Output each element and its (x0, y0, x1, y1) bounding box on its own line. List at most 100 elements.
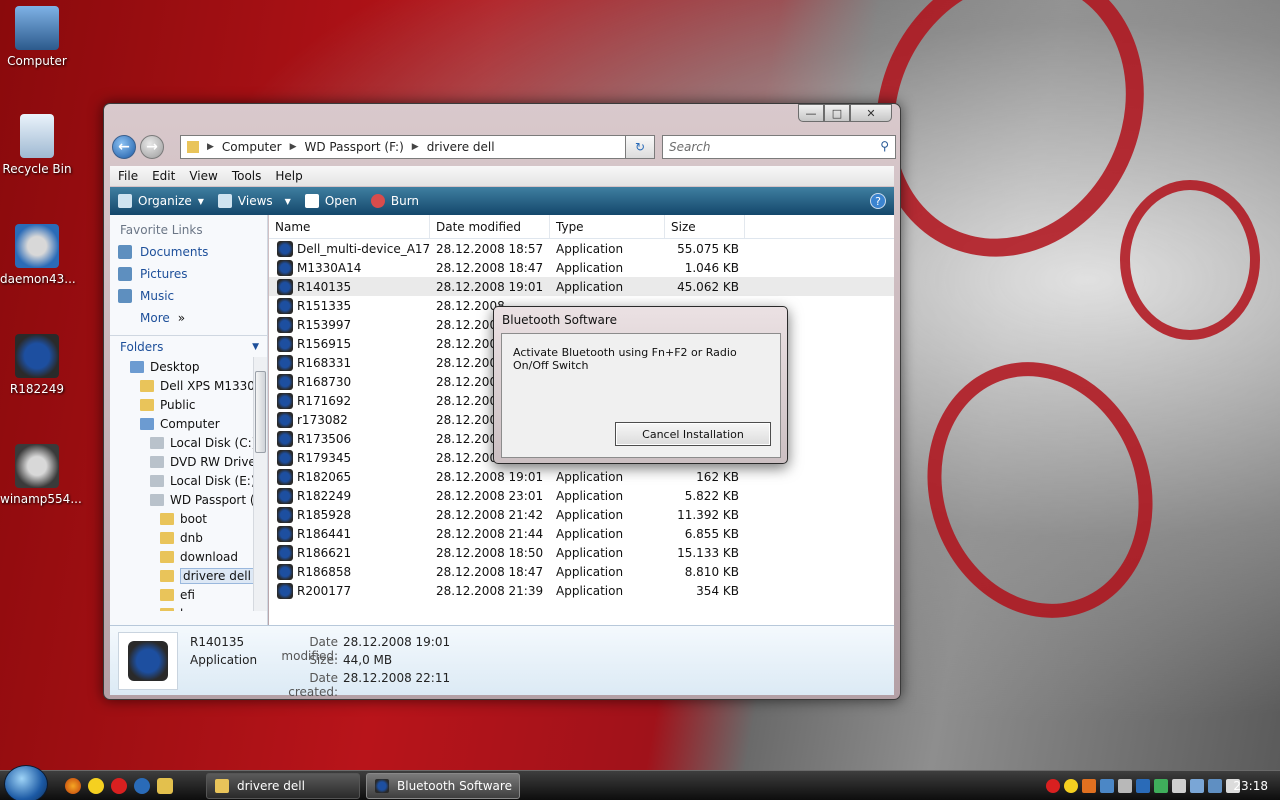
clock[interactable]: 23:18 (1233, 779, 1268, 793)
table-row[interactable]: R200177 28.12.2008 21:39 Application 354 KB (269, 581, 894, 600)
tray-safely-remove-icon[interactable] (1190, 779, 1204, 793)
tree-item[interactable]: efi (110, 585, 267, 604)
tree-item[interactable]: boot (110, 509, 267, 528)
breadcrumb-computer[interactable]: Computer (222, 140, 282, 154)
navigation-pane: Favorite Links Documents Pictures Music … (110, 215, 268, 625)
installer-icon (277, 335, 293, 352)
tree-item[interactable]: drivere dell (110, 566, 267, 585)
help-icon[interactable]: ? (870, 193, 886, 209)
views-button[interactable]: Views ▼ (217, 194, 291, 208)
maximize-button[interactable]: □ (824, 104, 850, 122)
chevron-right-icon[interactable]: ▶ (207, 142, 214, 152)
tray-app-icon[interactable] (1172, 779, 1186, 793)
start-button[interactable] (4, 765, 48, 800)
table-row[interactable]: R186858 28.12.2008 18:47 Application 8.810 … (269, 562, 894, 581)
file-name: R182065 (297, 469, 352, 484)
tray-app-icon[interactable] (1154, 779, 1168, 793)
desktop-icon-computer[interactable]: Computer (0, 6, 74, 68)
installer-icon (277, 297, 293, 314)
taskbar-item-explorer[interactable]: drivere dell (206, 773, 360, 799)
menu-help[interactable]: Help (275, 169, 302, 183)
table-row[interactable]: R186441 28.12.2008 21:44 Application 6.855 … (269, 524, 894, 543)
menu-file[interactable]: File (118, 169, 138, 183)
tree-item[interactable]: Desktop (110, 357, 267, 376)
file-name-cell: M1330A14 (269, 259, 430, 276)
column-name[interactable]: Name (269, 215, 430, 238)
dialog-body: Activate Bluetooth using Fn+F2 or Radio … (501, 333, 781, 458)
tray-app-icon[interactable] (1136, 779, 1150, 793)
tree-item[interactable]: Local Disk (C:) (110, 433, 267, 452)
search-input[interactable]: Search ⚲ (662, 135, 896, 159)
back-button[interactable]: ← (112, 135, 136, 159)
table-row[interactable]: M1330A14 28.12.2008 18:47 Application 1.046… (269, 258, 894, 277)
favorites-more-link[interactable]: More » (110, 307, 267, 329)
column-type[interactable]: Type (550, 215, 665, 238)
tree-item[interactable]: DVD RW Drive (110, 452, 267, 471)
address-bar[interactable]: ▶ Computer ▶ WD Passport (F:) ▶ drivere … (180, 135, 655, 159)
scrollbar-thumb[interactable] (255, 371, 266, 453)
tree-item-label: efi (180, 587, 195, 602)
table-row[interactable]: R182249 28.12.2008 23:01 Application 5.822 … (269, 486, 894, 505)
chevron-right-icon[interactable]: ▶ (412, 142, 419, 152)
tray-app-icon[interactable] (1118, 779, 1132, 793)
folders-header[interactable]: Folders ▼ (110, 335, 267, 357)
installer-icon (277, 487, 293, 504)
breadcrumb-drivere-dell[interactable]: drivere dell (427, 140, 495, 154)
pencil-icon[interactable] (157, 778, 173, 794)
burn-button[interactable]: Burn (370, 194, 419, 208)
bittorrent-icon[interactable] (134, 778, 150, 794)
favorite-documents[interactable]: Documents (110, 241, 267, 263)
tree-item[interactable]: dnb (110, 528, 267, 547)
desktop-icon-recycle-bin[interactable]: Recycle Bin (0, 114, 74, 176)
tray-app-icon[interactable] (1100, 779, 1114, 793)
file-name: R151335 (297, 298, 352, 313)
tree-item[interactable]: Local Disk (E:) (110, 471, 267, 490)
favorite-music[interactable]: Music (110, 285, 267, 307)
table-row[interactable]: R182065 28.12.2008 19:01 Application 162 KB (269, 467, 894, 486)
tree-scrollbar[interactable] (253, 357, 267, 611)
open-button[interactable]: Open (304, 194, 357, 208)
firefox-icon[interactable] (65, 778, 81, 794)
organize-button[interactable]: Organize ▼ (118, 194, 204, 208)
taskbar-item-bluetooth[interactable]: Bluetooth Software (366, 773, 520, 799)
column-date-modified[interactable]: Date modified (430, 215, 550, 238)
tree-item[interactable]: download (110, 547, 267, 566)
file-name-cell: R151335 (269, 297, 430, 314)
close-button[interactable]: ✕ (850, 104, 892, 122)
tray-close-icon[interactable] (1046, 779, 1060, 793)
favorite-pictures[interactable]: Pictures (110, 263, 267, 285)
search-icon[interactable]: ⚲ (880, 139, 889, 153)
table-row[interactable]: Dell_multi-device_A17... 28.12.2008 18:57… (269, 239, 894, 258)
desktop-icon-winamp[interactable]: winamp554... (0, 444, 82, 506)
column-size[interactable]: Size (665, 215, 745, 238)
refresh-button[interactable]: ↻ (625, 135, 655, 159)
desktop-icon-label: R182249 (9, 382, 65, 396)
table-row[interactable]: R185928 28.12.2008 21:42 Application 11.392… (269, 505, 894, 524)
table-row[interactable]: R140135 28.12.2008 19:01 Application 45.062… (269, 277, 894, 296)
drive-icon (150, 455, 164, 468)
messenger-icon[interactable] (88, 778, 104, 794)
tree-item[interactable]: house (110, 604, 267, 611)
tree-item[interactable]: Public (110, 395, 267, 414)
details-pane: R140135 Application Date modified: 28.12… (110, 625, 894, 699)
forward-button[interactable]: → (140, 135, 164, 159)
breadcrumb-wd-passport[interactable]: WD Passport (F:) (305, 140, 404, 154)
menu-tools[interactable]: Tools (232, 169, 262, 183)
minimize-button[interactable]: — (798, 104, 824, 122)
opera-icon[interactable] (111, 778, 127, 794)
table-row[interactable]: R186621 28.12.2008 18:50 Application 15.133… (269, 543, 894, 562)
menu-edit[interactable]: Edit (152, 169, 175, 183)
tree-item[interactable]: WD Passport (F (110, 490, 267, 509)
desktop-icon-r182249[interactable]: R182249 (0, 334, 74, 396)
tree-item[interactable]: Dell XPS M1330 (110, 376, 267, 395)
chevron-right-icon[interactable]: ▶ (290, 142, 297, 152)
file-size: 45.062 KB (677, 279, 739, 294)
tree-item[interactable]: Computer (110, 414, 267, 433)
cancel-installation-button[interactable]: Cancel Installation (615, 422, 771, 446)
tray-network-icon[interactable] (1208, 779, 1222, 793)
desktop-icon-daemon[interactable]: daemon43... (0, 224, 76, 286)
menu-view[interactable]: View (189, 169, 217, 183)
tray-messenger-icon[interactable] (1064, 779, 1078, 793)
tray-app-icon[interactable] (1082, 779, 1096, 793)
tree-item-label: DVD RW Drive (170, 454, 256, 469)
